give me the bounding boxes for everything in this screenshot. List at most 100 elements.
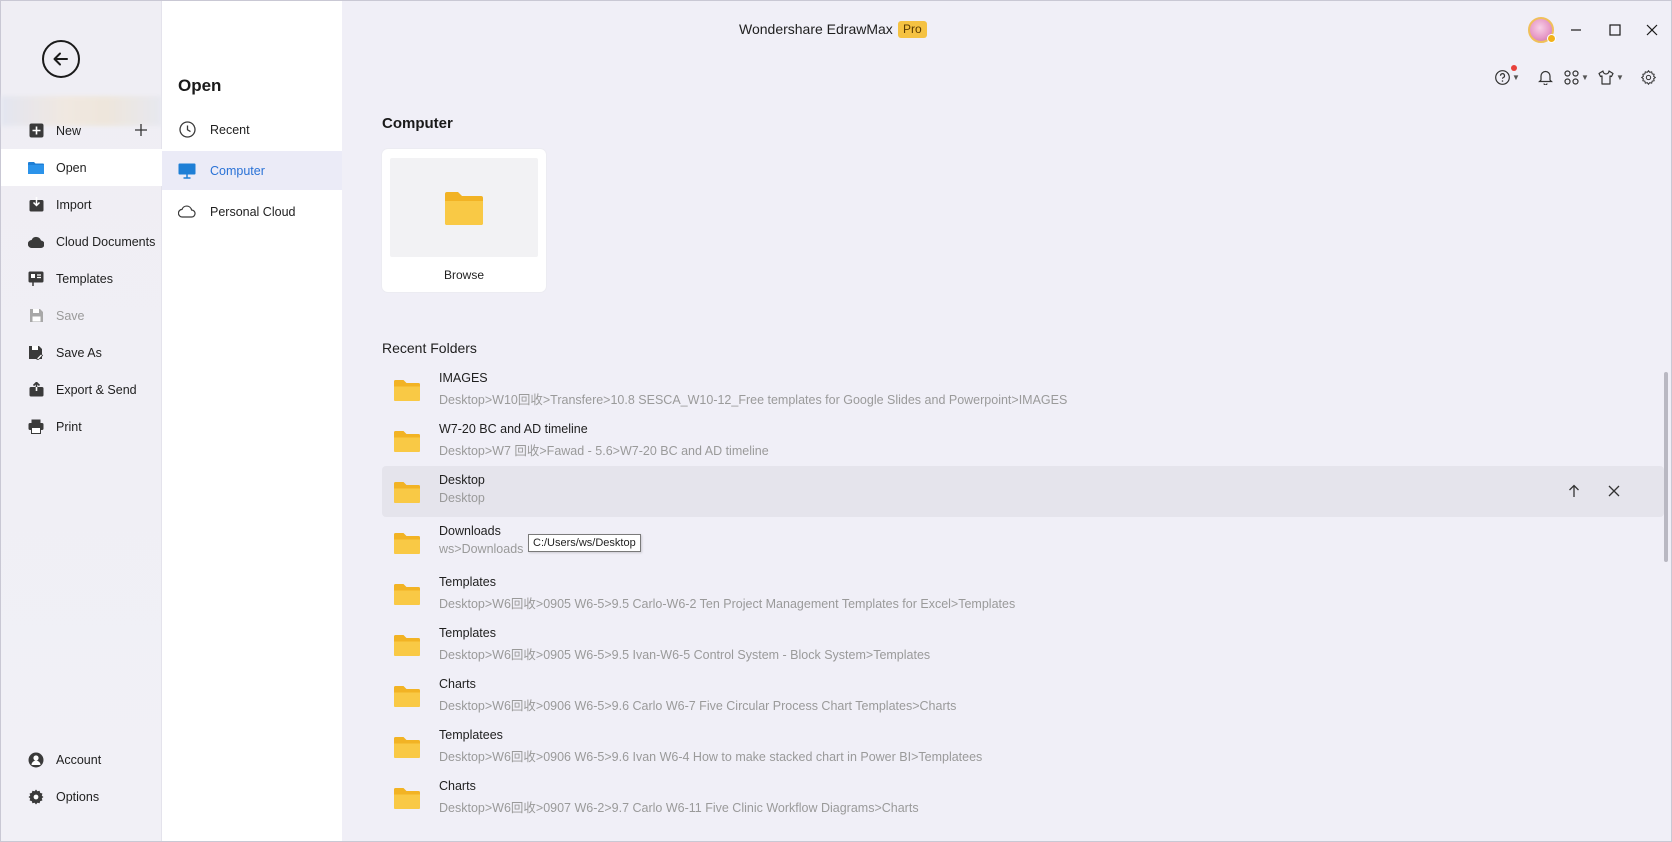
caret-down-icon: ▼ [1581,72,1589,82]
caret-down-icon: ▼ [1512,72,1520,82]
sidebar-item-label: Save [56,308,85,323]
folder-path: Desktop>W6回收>0906 W6-5>9.6 Carlo W6-7 Fi… [439,699,957,713]
folder-icon [393,430,421,453]
sidebar-item-new[interactable]: New [1,112,162,149]
browse-label: Browse [443,268,484,282]
folder-path: Desktop>W6回收>0906 W6-5>9.6 Ivan W6-4 How… [439,750,983,764]
folder-name: Templates [439,626,496,640]
tshirt-icon [1598,69,1614,85]
recent-folder-row[interactable]: Templates Desktop>W6回收>0905 W6-5>9.5 Ivan… [382,619,1400,670]
cloud-icon [28,234,44,250]
maximize-button[interactable] [1605,20,1625,40]
folder-icon [393,787,421,810]
gear-icon [28,789,44,805]
sidebar-item-open[interactable]: Open [1,149,162,186]
section-title-computer: Computer [382,115,453,132]
pro-badge: Pro [898,21,927,38]
folder-icon [393,379,421,402]
recent-folder-row[interactable]: Templates Desktop>W6回收>0905 W6-5>9.5 Carl… [382,568,1400,619]
clock-icon [178,121,196,139]
folder-path: Desktop>W10回收>Transfere>10.8 SESCA_W10-1… [439,393,1068,407]
folder-icon [393,532,421,555]
sidebar-item-templates[interactable]: Templates [1,260,162,297]
recent-folder-row[interactable]: Charts Desktop>W6回收>0907 W6-2>9.7 Carlo W… [382,772,1400,823]
notifications-button[interactable] [1538,67,1553,87]
open-item-recent[interactable]: Recent [162,110,342,149]
folder-path: Desktop>W6回收>0905 W6-5>9.5 Ivan-W6-5 Con… [439,648,931,662]
bell-icon [1538,70,1553,85]
account-icon [28,752,44,768]
settings-button[interactable] [1641,67,1656,87]
sidebar-item-options[interactable]: Options [1,778,162,815]
sidebar-item-import[interactable]: Import [1,186,162,223]
folder-name: W7-20 BC and AD timeline [439,422,588,436]
export-icon [28,382,44,398]
apps-grid-icon [1564,69,1579,85]
save-as-icon [28,345,44,361]
recent-folder-row[interactable]: W7-20 BC and AD timeline Desktop>W7 回收>Fa… [382,415,1400,466]
open-item-label: Recent [210,122,250,137]
open-panel: Open Recent Computer Personal Cloud [162,1,342,841]
notification-dot-icon [1511,65,1517,71]
folder-path: Desktop [439,491,485,505]
panel-title: Open [178,76,222,95]
print-icon [28,419,44,435]
path-tooltip: C:/Users/ws/Desktop [528,534,641,552]
recent-folder-row[interactable]: Desktop Desktop [382,466,1664,517]
sidebar-item-save-as[interactable]: Save As [1,334,162,371]
close-icon [1646,24,1658,36]
sidebar-item-label: Cloud Documents [56,234,156,249]
folder-path: Desktop>W7 回收>Fawad - 5.6>W7-20 BC and A… [439,444,769,458]
recent-folders-title: Recent Folders [382,340,477,356]
sidebar-item-label: Open [56,160,87,175]
apps-button[interactable]: ▼ [1564,67,1589,87]
gear-icon [1641,69,1656,85]
browse-card[interactable]: Browse [382,149,546,292]
folder-path: ws>Downloads [439,542,524,556]
app-title: Wondershare EdrawMax [739,21,893,37]
sidebar-item-label: Templates [56,271,113,286]
sidebar-item-label: Options [56,789,100,804]
help-icon [1495,69,1510,85]
sidebar-item-label: Import [56,197,92,212]
folder-path: Desktop>W6回收>0905 W6-5>9.5 Carlo-W6-2 Te… [439,597,1016,611]
folder-icon [393,685,421,708]
folder-path: Desktop>W6回收>0907 W6-2>9.7 Carlo W6-11 F… [439,801,919,815]
folder-icon [393,634,421,657]
folder-icon [393,736,421,759]
sidebar-item-print[interactable]: Print [1,408,162,445]
back-button[interactable] [42,40,80,78]
recent-folder-row[interactable]: Charts Desktop>W6回收>0906 W6-5>9.6 Carlo W… [382,670,1400,721]
avatar-badge-icon [1547,34,1556,43]
sidebar-item-cloud-documents[interactable]: Cloud Documents [1,223,162,260]
folder-icon [393,583,421,606]
sidebar-item-label: Save As [56,345,102,360]
sidebar-item-label: Account [56,752,102,767]
sidebar-item-label: Print [56,419,82,434]
remove-folder-button[interactable] [1605,482,1623,500]
open-item-personal-cloud[interactable]: Personal Cloud [162,192,342,231]
scrollbar-thumb[interactable] [1664,372,1668,562]
templates-icon [28,271,44,287]
folder-icon [445,191,483,225]
pin-to-top-button[interactable] [1565,482,1583,500]
minimize-button[interactable] [1566,20,1586,40]
sidebar-item-account[interactable]: Account [1,741,162,778]
folder-name: Templatees [439,728,503,742]
recent-folder-row[interactable]: Templatees Desktop>W6回收>0906 W6-5>9.6 Iva… [382,721,1400,772]
folder-name: Templates [439,575,496,589]
plus-icon [135,124,147,136]
close-window-button[interactable] [1642,20,1662,40]
sidebar-item-export-send[interactable]: Export & Send [1,371,162,408]
theme-button[interactable]: ▼ [1598,67,1624,87]
new-plus-button[interactable] [132,121,150,139]
recent-folder-row[interactable]: IMAGES Desktop>W10回收>Transfere>10.8 SESCA… [382,364,1400,415]
sidebar-item-label: New [56,123,82,138]
folder-name: Downloads [439,524,501,538]
folder-icon [28,160,44,176]
folder-name: IMAGES [439,371,488,385]
open-item-computer[interactable]: Computer [162,151,342,190]
left-sidebar: New Open Import Cloud Documents Template… [1,1,162,841]
cloud-outline-icon [178,203,196,221]
sidebar-item-save[interactable]: Save [1,297,162,334]
